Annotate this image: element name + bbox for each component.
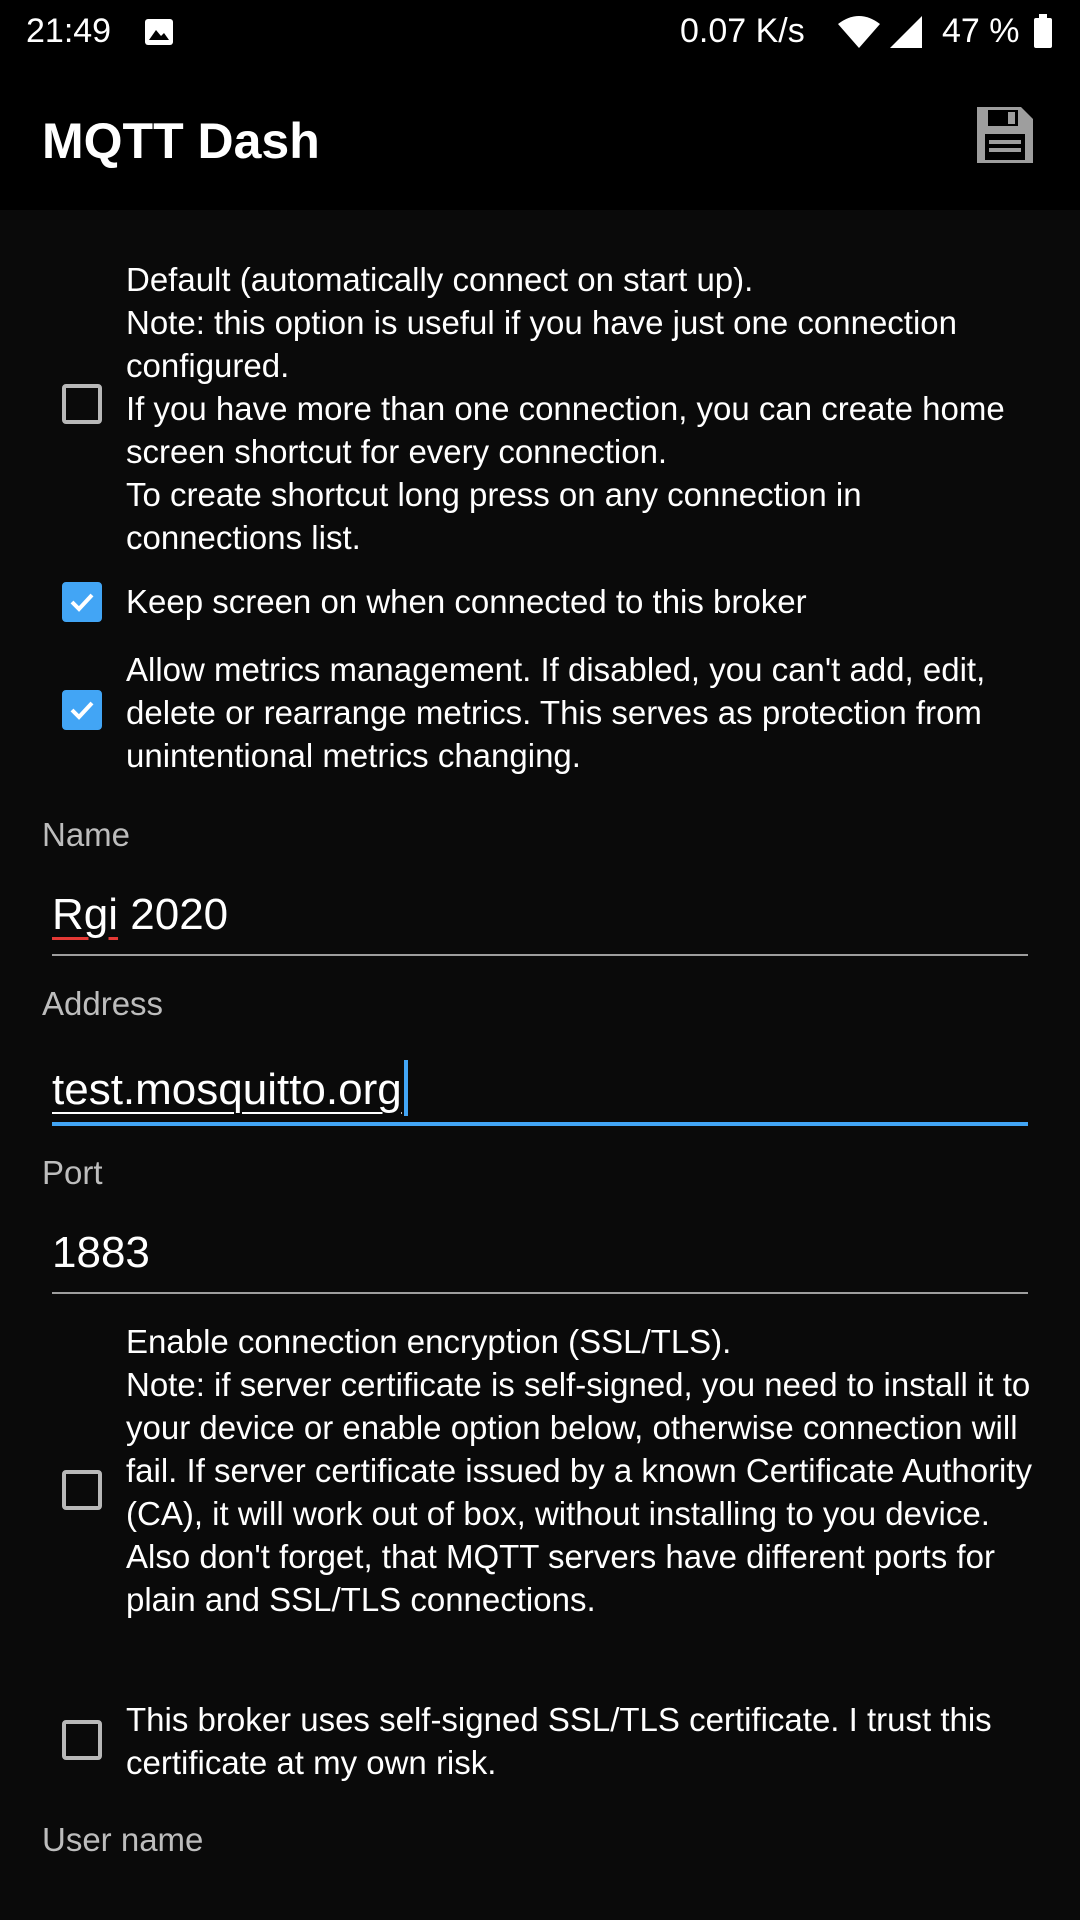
network-speed: 0.07 K/s [680,12,805,50]
default-connect-text: Default (automatically connect on start … [126,261,1005,556]
username-label: User name [42,1821,204,1858]
battery-percent: 47 % [942,12,1020,50]
app-title: MQTT Dash [42,113,320,169]
checkmark-icon [70,593,94,612]
option-default-connect[interactable]: Default (automatically connect on start … [0,258,1080,558]
address-value-text: test.mosquitto.org [52,1065,402,1114]
keep-screen-on-checkbox[interactable] [62,582,102,622]
allow-metrics-text: Allow metrics management. If disabled, y… [126,651,986,774]
text-cursor [403,1060,408,1116]
status-time: 21:49 [26,12,112,50]
image-notification-icon [145,19,173,45]
wifi-icon [838,16,880,48]
address-label: Address [42,985,164,1022]
name-label: Name [42,816,131,853]
self-signed-checkbox[interactable] [62,1720,102,1760]
default-connect-checkbox[interactable] [62,384,102,424]
app-bar: MQTT Dash [0,64,1080,210]
ssl-checkbox[interactable] [62,1470,102,1510]
port-label: Port [42,1154,103,1191]
address-underline [52,1122,1028,1126]
name-value-word: Rgi [52,890,119,939]
option-keep-screen-on[interactable]: Keep screen on when connected to this br… [0,582,1080,632]
name-underline [52,954,1028,956]
port-underline [52,1292,1028,1294]
port-value: 1883 [52,1228,150,1277]
signal-icon [890,16,922,48]
option-allow-metrics[interactable]: Allow metrics management. If disabled, y… [0,648,1080,780]
name-value: Rgi 2020 [52,890,228,940]
battery-icon [1034,14,1052,48]
address-field[interactable]: test.mosquitto.org [52,1060,1028,1126]
name-value-rest: 2020 [118,890,229,939]
ssl-text: Enable connection encryption (SSL/TLS). … [126,1323,1033,1618]
keep-screen-on-text: Keep screen on when connected to this br… [126,583,807,620]
checkmark-icon [70,701,94,720]
status-bar: 21:49 0.07 K/s 47 % [0,0,1080,64]
option-self-signed[interactable]: This broker uses self-signed SSL/TLS cer… [0,1698,1080,1788]
option-ssl[interactable]: Enable connection encryption (SSL/TLS). … [0,1320,1080,1665]
floppy-disk-icon[interactable] [974,104,1036,166]
allow-metrics-checkbox[interactable] [62,690,102,730]
address-value: test.mosquitto.org [52,1060,408,1116]
name-field[interactable]: Rgi 2020 [52,890,1028,956]
self-signed-text: This broker uses self-signed SSL/TLS cer… [126,1701,992,1781]
port-field[interactable]: 1883 [52,1228,1028,1294]
